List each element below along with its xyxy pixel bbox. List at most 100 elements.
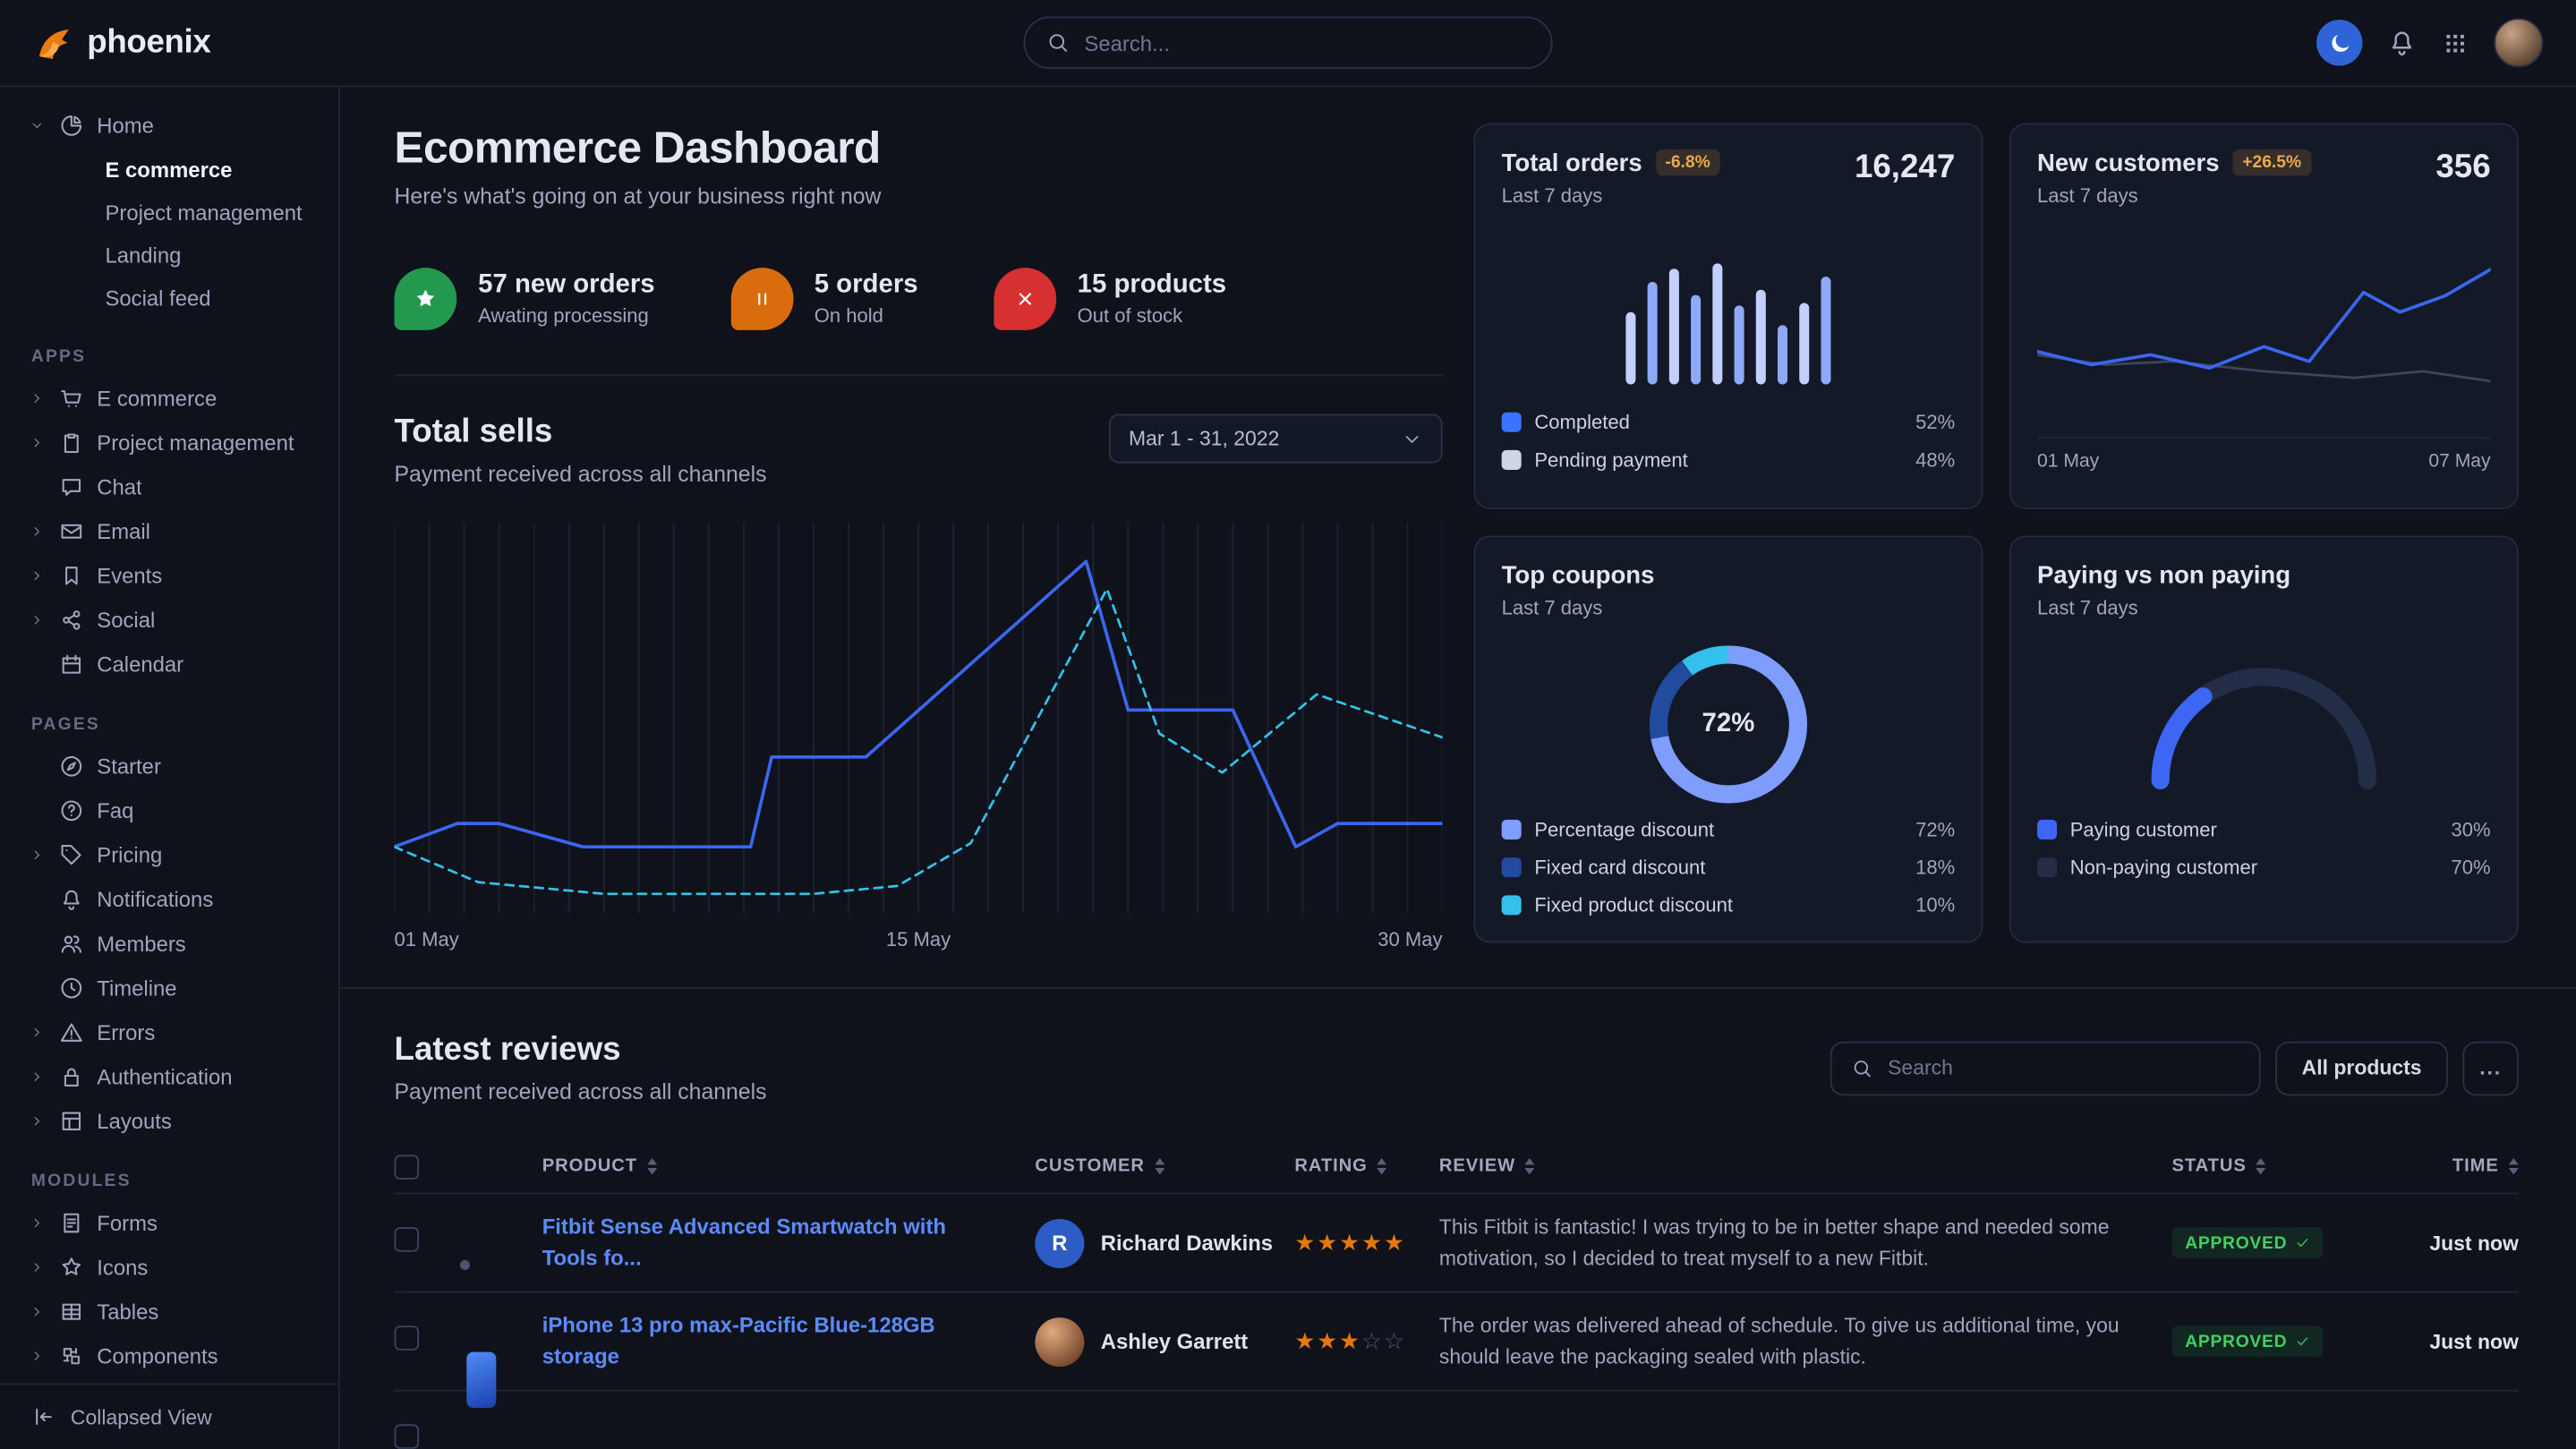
review-text: The order was delivered ahead of schedul… [1439, 1310, 2172, 1372]
column-header-time[interactable]: TIME [2387, 1156, 2519, 1176]
reviews-search[interactable] [1830, 1041, 2261, 1095]
top-coupons-card: Top coupons Last 7 days 72% Percentage d… [1473, 535, 1983, 942]
legend-value: 30% [2452, 818, 2491, 841]
legend-label: Percentage discount [1534, 818, 1714, 841]
sidebar-item-faq[interactable]: Faq [0, 788, 338, 833]
sidebar-item-chat[interactable]: Chat [0, 465, 338, 509]
customer-name: Ashley Garrett [1101, 1329, 1248, 1354]
sidebar-section-modules: MODULES [0, 1144, 338, 1201]
reviews-subtitle: Payment received across all channels [395, 1079, 767, 1104]
all-products-button[interactable]: All products [2275, 1041, 2448, 1095]
apps-grid-button[interactable] [2442, 29, 2469, 56]
sidebar-item-calendar[interactable]: Calendar [0, 643, 338, 687]
chevron-right-icon [30, 1215, 46, 1231]
stat-value: 57 new orders [478, 271, 655, 301]
review-row-partial [395, 1390, 2519, 1449]
sidebar-item-home[interactable]: Home [0, 104, 338, 149]
column-header-customer[interactable]: CUSTOMER [1035, 1156, 1294, 1176]
column-header-product[interactable]: PRODUCT [542, 1156, 1036, 1176]
question-icon [59, 798, 84, 823]
sidebar-subitem-social-feed[interactable]: Social feed [0, 276, 338, 319]
more-options-button[interactable]: ... [2462, 1041, 2518, 1095]
calendar-icon [59, 652, 84, 678]
global-search[interactable] [1024, 16, 1553, 69]
legend-swatch [2037, 857, 2057, 877]
sidebar-item-forms[interactable]: Forms [0, 1201, 338, 1246]
warning-icon [59, 1020, 84, 1045]
legend-label: Fixed card discount [1534, 856, 1705, 879]
sort-icon [2256, 1158, 2266, 1174]
layout-icon [59, 1109, 84, 1134]
row-checkbox[interactable] [395, 1226, 420, 1251]
sidebar-item-social[interactable]: Social [0, 598, 338, 643]
review-text: This Fitbit is fantastic! I was trying t… [1439, 1212, 2172, 1274]
sidebar-subitem-project-management[interactable]: Project management [0, 191, 338, 234]
sidebar-item-label: Home [97, 114, 154, 139]
form-icon [59, 1211, 84, 1236]
column-header-status[interactable]: STATUS [2172, 1156, 2387, 1176]
sidebar-item-email[interactable]: Email [0, 509, 338, 554]
sidebar-item-label: Calendar [97, 652, 183, 678]
sidebar-item-icons[interactable]: Icons [0, 1245, 338, 1290]
search-input[interactable] [1084, 30, 1529, 55]
notifications-button[interactable] [2387, 28, 2417, 57]
customer-avatar [1035, 1317, 1084, 1366]
chevron-right-icon [30, 524, 46, 540]
trend-badge: -6.8% [1655, 149, 1719, 175]
legend-row: Pending payment48% [1502, 448, 1956, 472]
column-header-review[interactable]: REVIEW [1439, 1156, 2172, 1176]
collapsed-view-toggle[interactable]: Collapsed View [0, 1383, 338, 1448]
legend-swatch [1502, 895, 1522, 915]
row-checkbox[interactable] [395, 1325, 420, 1350]
donut-center-label: 72% [1650, 645, 1807, 803]
sidebar-item-members[interactable]: Members [0, 922, 338, 967]
sidebar-item-label: Members [97, 932, 185, 957]
chevron-right-icon [30, 1304, 46, 1319]
product-link[interactable]: Fitbit Sense Advanced Smartwatch with To… [542, 1213, 1036, 1273]
status-badge: APPROVED [2172, 1326, 2324, 1358]
stat-caption: Awating processing [478, 304, 655, 328]
sidebar-item-label: Social [97, 608, 155, 633]
legend-label: Completed [1534, 411, 1630, 434]
chevron-down-icon [30, 118, 46, 133]
sidebar-item-components[interactable]: Components [0, 1334, 338, 1378]
stats-row: 57 new orders Awating processing 5 ordersO… [395, 268, 1443, 330]
row-checkbox[interactable] [395, 1423, 420, 1448]
sidebar-item-e-commerce[interactable]: E commerce [0, 376, 338, 421]
sidebar-subitem-landing[interactable]: Landing [0, 234, 338, 277]
sidebar-item-events[interactable]: Events [0, 554, 338, 599]
brand[interactable]: phoenix [33, 22, 211, 64]
sidebar-nav: HomeE commerceProject managementLandingS… [0, 104, 338, 1384]
sidebar-item-project-management[interactable]: Project management [0, 421, 338, 465]
sidebar-item-errors[interactable]: Errors [0, 1010, 338, 1055]
legend-swatch [1502, 857, 1522, 877]
new-customers-value: 356 [2435, 149, 2490, 187]
sidebar-item-starter[interactable]: Starter [0, 744, 338, 788]
puzzle-icon [59, 1343, 84, 1368]
chevron-right-icon [30, 391, 46, 406]
chevron-right-icon [30, 1025, 46, 1040]
stat-5-orders: 5 ordersOn hold [730, 268, 918, 330]
sidebar-item-notifications[interactable]: Notifications [0, 877, 338, 922]
section-divider [340, 987, 2576, 989]
sidebar-item-authentication[interactable]: Authentication [0, 1054, 338, 1099]
customer-avatar: R [1035, 1218, 1084, 1267]
sidebar-item-timeline[interactable]: Timeline [0, 966, 338, 1010]
sidebar-item-layouts[interactable]: Layouts [0, 1099, 338, 1144]
user-avatar[interactable] [2494, 18, 2543, 67]
starFill-icon [395, 268, 457, 330]
sidebar-section-apps: APPS [0, 319, 338, 376]
column-header-rating[interactable]: RATING [1294, 1156, 1439, 1176]
sidebar-subitem-e-commerce[interactable]: E commerce [0, 148, 338, 191]
sidebar-item-tables[interactable]: Tables [0, 1290, 338, 1334]
select-all-cell [395, 1154, 444, 1179]
chevron-down-icon [1402, 428, 1423, 449]
theme-toggle-button[interactable] [2316, 20, 2362, 65]
legend-value: 10% [1915, 894, 1955, 917]
sidebar-item-pricing[interactable]: Pricing [0, 833, 338, 878]
sidebar-item-label: Errors [97, 1020, 155, 1045]
reviews-search-input[interactable] [1888, 1056, 2239, 1079]
date-range-select[interactable]: Mar 1 - 31, 2022 [1109, 414, 1443, 464]
product-link[interactable]: iPhone 13 pro max-Pacific Blue-128GB sto… [542, 1311, 1036, 1371]
select-all-checkbox[interactable] [395, 1154, 420, 1179]
